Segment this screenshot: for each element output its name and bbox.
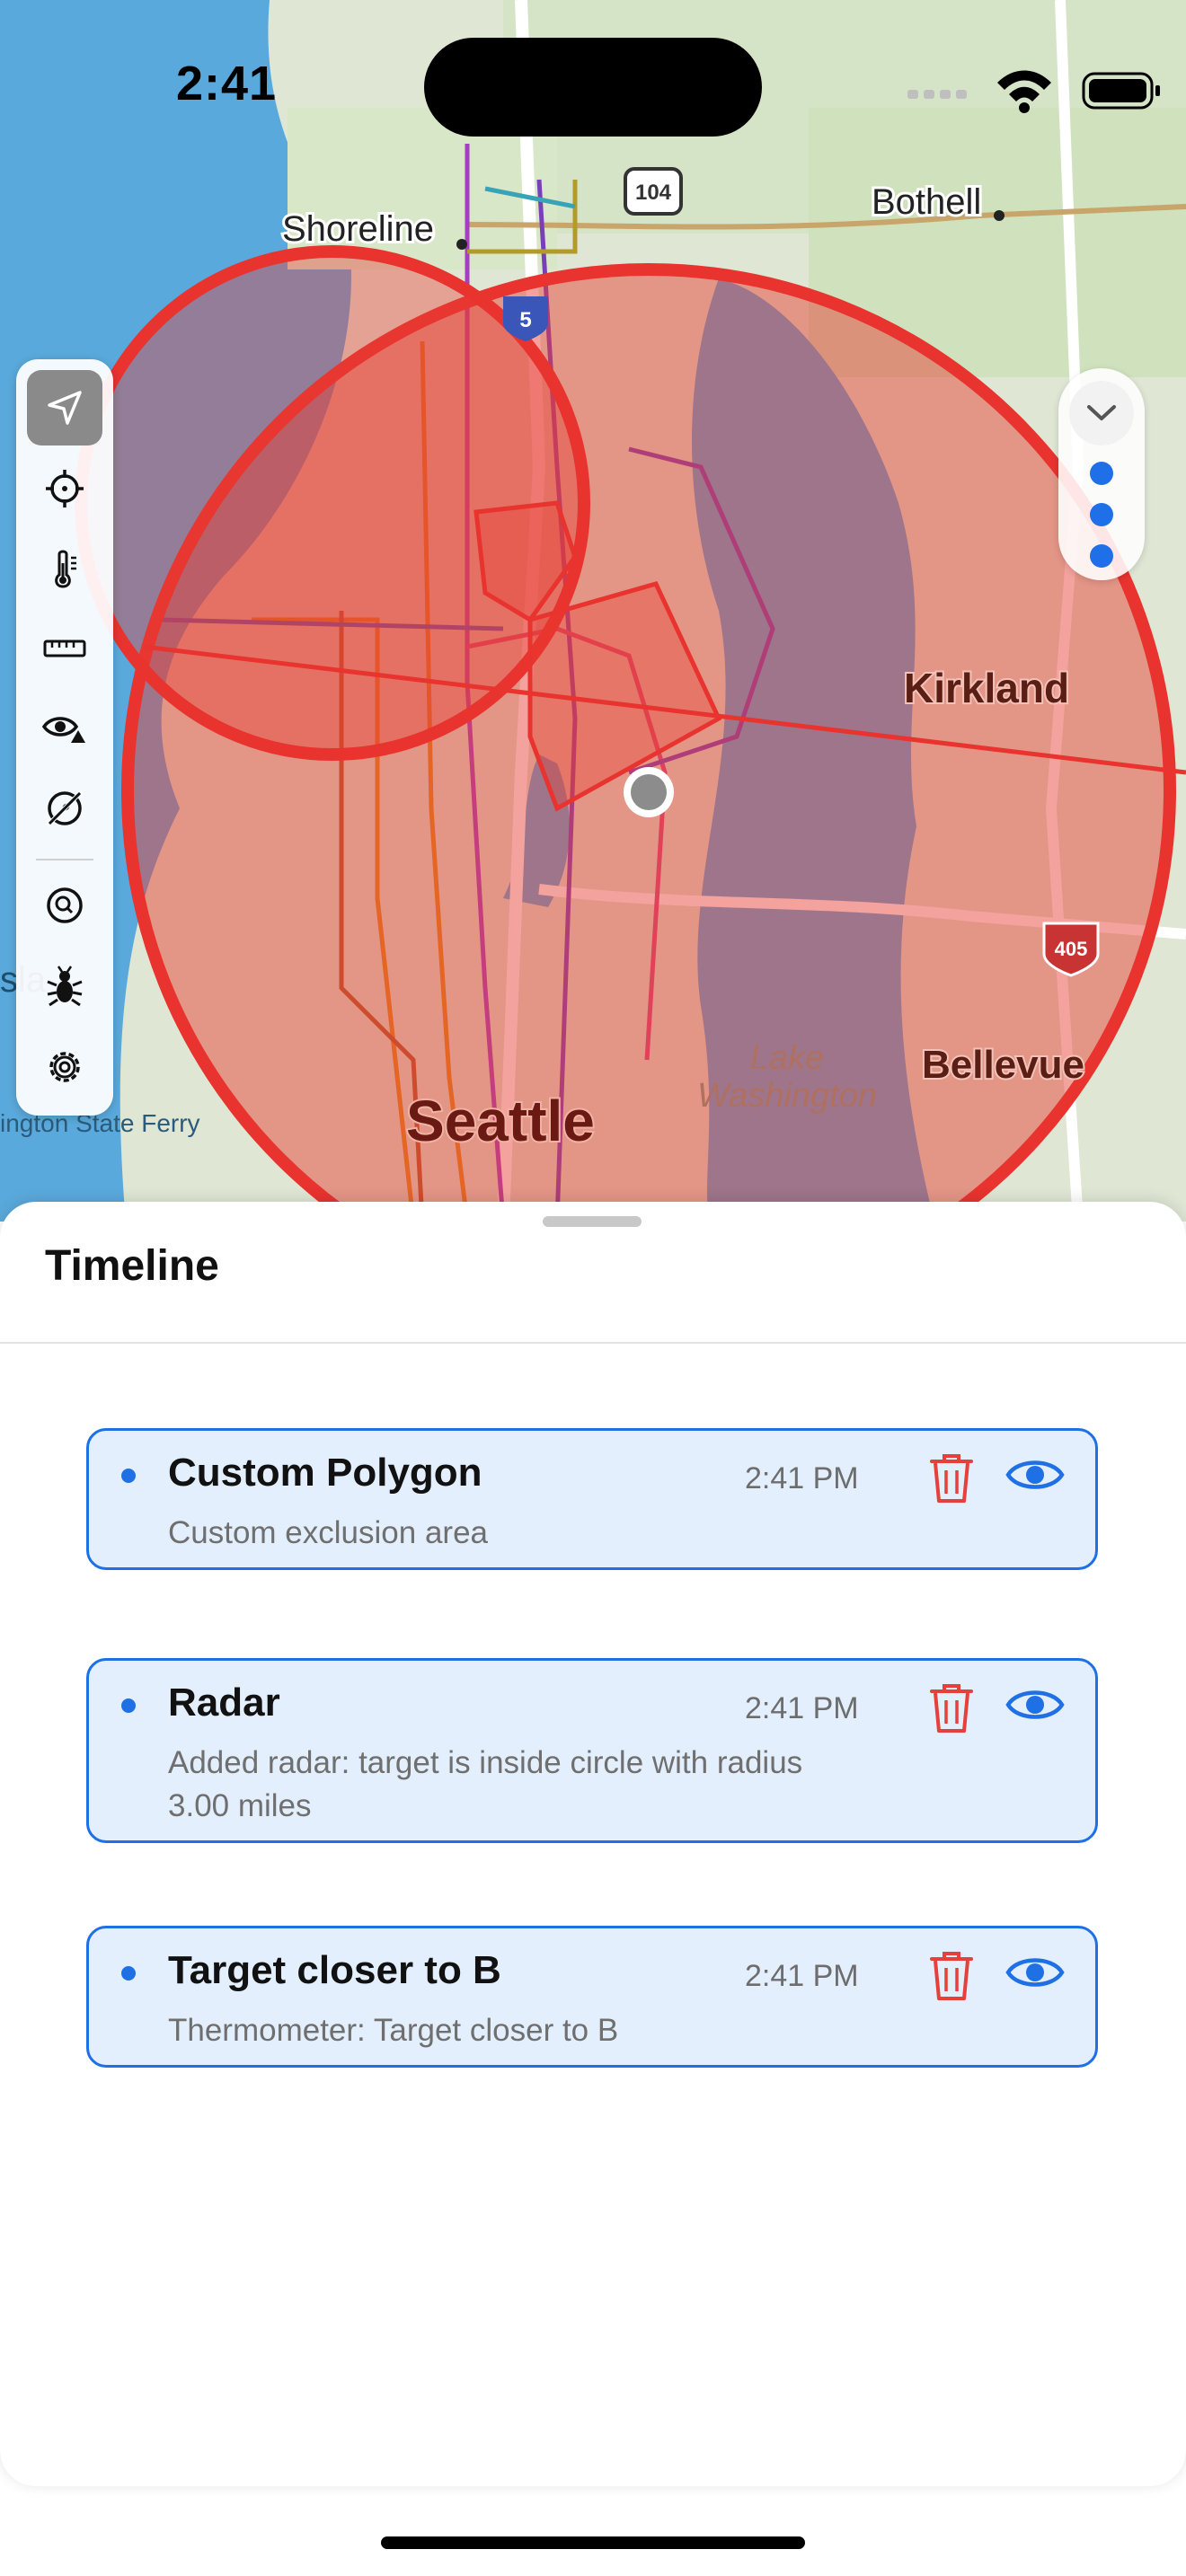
sheet-divider xyxy=(0,1342,1186,1344)
search-area-button[interactable] xyxy=(27,868,102,943)
location-arrow-icon xyxy=(48,391,82,425)
item-time: 2:41 PM xyxy=(745,1461,859,1495)
eye-icon[interactable] xyxy=(1005,1684,1065,1725)
route-405-label: 405 xyxy=(1055,938,1088,960)
layer-pager[interactable] xyxy=(1058,368,1145,580)
thermometer-icon xyxy=(55,550,76,588)
collapse-button[interactable] xyxy=(1069,381,1134,446)
debug-button[interactable] xyxy=(27,948,102,1024)
thermometer-button[interactable] xyxy=(27,532,102,607)
toolbar-divider xyxy=(36,859,93,860)
compass-slash-button[interactable] xyxy=(27,771,102,846)
map-label-bothell: Bothell xyxy=(872,182,981,222)
route-104-label: 104 xyxy=(635,181,672,205)
crosshair-button[interactable] xyxy=(27,451,102,526)
bullet-dot xyxy=(121,1966,136,1981)
page-dot[interactable] xyxy=(1090,544,1113,568)
map-label-lake: Lake xyxy=(750,1039,824,1077)
map-view[interactable]: 104 5 405 Shoreline Bothell Kirkland Sea… xyxy=(0,0,1186,1222)
timeline-item[interactable]: Radar 2:41 PM Added radar: target is ins… xyxy=(86,1658,1098,1843)
tool-sidebar xyxy=(16,359,113,1116)
bullet-dot xyxy=(121,1469,136,1483)
crosshair-icon xyxy=(46,470,84,507)
trash-icon[interactable] xyxy=(926,1681,977,1734)
map-label-seattle: Seattle xyxy=(406,1089,595,1153)
compass-slash-icon xyxy=(46,790,84,827)
trash-icon[interactable] xyxy=(926,1451,977,1504)
battery-icon xyxy=(1082,72,1160,110)
item-title: Target closer to B xyxy=(168,1948,501,1992)
status-icons xyxy=(907,70,1160,113)
item-description: Custom exclusion area xyxy=(168,1515,488,1550)
page-dot[interactable] xyxy=(1090,462,1113,485)
sheet-title: Timeline xyxy=(45,1242,219,1290)
item-description: Added radar: target is inside circle wit… xyxy=(168,1745,803,1823)
ruler-icon xyxy=(43,640,86,657)
item-time: 2:41 PM xyxy=(745,1691,859,1725)
location-arrow-button[interactable] xyxy=(27,370,102,446)
eye-icon[interactable] xyxy=(1005,1454,1065,1495)
page-dot[interactable] xyxy=(1090,503,1113,526)
route-5-label: 5 xyxy=(519,308,531,332)
map-label-bellevue: Bellevue xyxy=(922,1043,1084,1087)
wifi-icon xyxy=(997,70,1051,113)
gear-icon xyxy=(49,1052,80,1082)
item-title: Custom Polygon xyxy=(168,1451,482,1495)
map-label-washington: Washington xyxy=(697,1077,877,1115)
eye-warning-icon xyxy=(42,717,85,743)
chevron-down-icon xyxy=(1087,405,1116,420)
settings-button[interactable] xyxy=(27,1029,102,1105)
home-indicator[interactable] xyxy=(381,2536,805,2549)
item-title: Radar xyxy=(168,1681,280,1725)
trash-icon[interactable] xyxy=(926,1948,977,2002)
status-time: 2:41 xyxy=(176,57,278,110)
magnifier-circle-icon xyxy=(47,887,83,923)
eye-icon[interactable] xyxy=(1005,1952,1065,1993)
bullet-dot xyxy=(121,1698,136,1713)
timeline-item[interactable]: Target closer to B 2:41 PM Thermometer: … xyxy=(86,1926,1098,2068)
timeline-item[interactable]: Custom Polygon 2:41 PM Custom exclusion … xyxy=(86,1428,1098,1570)
item-description: Thermometer: Target closer to B xyxy=(168,2013,619,2048)
item-time: 2:41 PM xyxy=(745,1959,859,1993)
status-bar: 2:41 xyxy=(0,0,1186,180)
dynamic-island xyxy=(424,38,762,137)
signal-icon xyxy=(907,90,967,99)
ant-icon xyxy=(47,966,83,1007)
map-label-kirkland: Kirkland xyxy=(904,665,1069,711)
map-label-shoreline: Shoreline xyxy=(282,209,434,249)
sheet-grabber[interactable] xyxy=(543,1216,642,1227)
timeline-sheet: Timeline Custom Polygon 2:41 PM Custom e… xyxy=(0,1202,1186,2486)
visibility-warning-button[interactable] xyxy=(27,690,102,765)
ruler-button[interactable] xyxy=(27,611,102,686)
